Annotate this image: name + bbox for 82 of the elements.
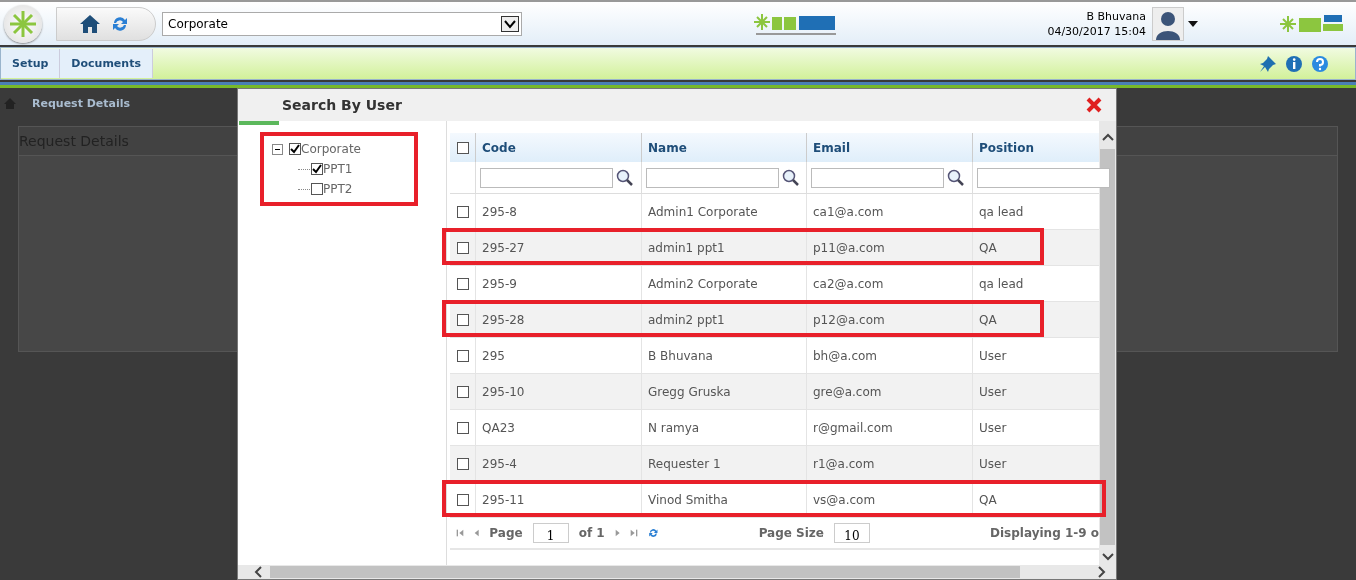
table-cell: r@gmail.com bbox=[806, 410, 972, 445]
checkbox[interactable] bbox=[456, 313, 469, 326]
tree-item[interactable]: Corporate bbox=[301, 142, 361, 156]
checkbox[interactable] bbox=[311, 163, 323, 175]
table-cell: 295-11 bbox=[475, 482, 641, 517]
table-cell: Vinod Smitha bbox=[641, 482, 806, 517]
column-header[interactable]: Code bbox=[475, 133, 641, 162]
table-cell: ca1@a.com bbox=[806, 194, 972, 229]
checkbox[interactable] bbox=[456, 493, 469, 506]
table-cell: 295-9 bbox=[475, 266, 641, 301]
checkbox[interactable] bbox=[456, 421, 469, 434]
checkbox[interactable] bbox=[456, 241, 469, 254]
help-icon[interactable] bbox=[1311, 54, 1329, 73]
table-cell: 295-8 bbox=[475, 194, 641, 229]
filter-field[interactable] bbox=[646, 167, 779, 188]
table-cell: bh@a.com bbox=[806, 338, 972, 373]
page-field[interactable]: 1 bbox=[532, 523, 569, 543]
page-size-label: Page Size bbox=[758, 526, 824, 540]
tree-item[interactable]: PPT1 bbox=[323, 162, 353, 176]
info-icon[interactable] bbox=[1285, 54, 1303, 73]
brand-logo-icon bbox=[1280, 12, 1344, 35]
table-cell: Admin2 Corporate bbox=[641, 266, 806, 301]
checkbox[interactable] bbox=[311, 183, 323, 195]
filter-field[interactable] bbox=[811, 167, 944, 188]
dialog-title: Search By User bbox=[282, 97, 402, 113]
chevron-left-icon[interactable] bbox=[254, 566, 262, 578]
table-cell: 295 bbox=[475, 338, 641, 373]
checkbox[interactable] bbox=[456, 277, 469, 290]
search-icon[interactable] bbox=[947, 168, 965, 187]
table-cell: QA23 bbox=[475, 410, 641, 445]
next-page-icon[interactable] bbox=[614, 527, 620, 539]
tree-item[interactable]: PPT2 bbox=[323, 182, 353, 196]
page-label: Page bbox=[489, 526, 523, 540]
breadcrumb-link[interactable]: Request Details bbox=[32, 96, 131, 110]
table-cell: ca2@a.com bbox=[806, 266, 972, 301]
scrollbar[interactable] bbox=[238, 565, 1116, 579]
user-name: B Bhuvana bbox=[1086, 8, 1146, 24]
filter-field[interactable] bbox=[977, 167, 1110, 188]
scrollbar[interactable] bbox=[1099, 121, 1116, 565]
checkbox[interactable] bbox=[289, 143, 301, 155]
table-cell: vs@a.com bbox=[806, 482, 972, 517]
home-icon[interactable] bbox=[79, 13, 101, 34]
checkbox[interactable] bbox=[456, 349, 469, 362]
menu-tab[interactable]: Documents bbox=[60, 49, 153, 78]
collapse-icon[interactable] bbox=[272, 143, 283, 155]
previous-page-icon[interactable] bbox=[474, 527, 480, 539]
search-icon[interactable] bbox=[782, 168, 800, 187]
date-time: 04/30/2017 15:04 bbox=[1047, 23, 1146, 39]
checkbox[interactable] bbox=[456, 457, 469, 470]
close-icon[interactable] bbox=[1086, 97, 1102, 113]
table-cell: 295-4 bbox=[475, 446, 641, 481]
table-cell: N ramya bbox=[641, 410, 806, 445]
table-cell: gre@a.com bbox=[806, 374, 972, 409]
chevron-down-icon bbox=[501, 15, 519, 32]
first-page-icon[interactable] bbox=[456, 527, 464, 539]
column-header[interactable]: Name bbox=[641, 133, 806, 162]
column-header[interactable]: Email bbox=[806, 133, 972, 162]
checkbox[interactable] bbox=[456, 385, 469, 398]
filter-field[interactable] bbox=[480, 167, 613, 188]
logo-icon bbox=[4, 4, 42, 43]
chevron-down-icon[interactable] bbox=[1101, 553, 1114, 561]
page-count: of 1 bbox=[578, 526, 605, 540]
chevron-right-icon[interactable] bbox=[1098, 566, 1106, 578]
table-cell: 295-10 bbox=[475, 374, 641, 409]
page-size-field[interactable]: 10 bbox=[834, 523, 870, 543]
caret-icon[interactable] bbox=[1188, 20, 1198, 27]
avatar-icon[interactable] bbox=[1152, 6, 1184, 41]
checkbox[interactable] bbox=[456, 141, 469, 154]
display-count: Displaying 1-9 o bbox=[990, 526, 1099, 540]
last-page-icon[interactable] bbox=[629, 527, 638, 539]
site-dropdown[interactable]: Corporate bbox=[162, 11, 522, 36]
table-cell: Requester 1 bbox=[641, 446, 806, 481]
menu-tab[interactable]: Setup bbox=[1, 49, 61, 78]
refresh-icon[interactable] bbox=[111, 14, 129, 33]
checkbox[interactable] bbox=[456, 205, 469, 218]
table-cell: Admin1 Corporate bbox=[641, 194, 806, 229]
table-cell: B Bhuvana bbox=[641, 338, 806, 373]
search-icon[interactable] bbox=[616, 168, 634, 187]
table-cell: r1@a.com bbox=[806, 446, 972, 481]
pin-icon[interactable] bbox=[1259, 54, 1277, 73]
chevron-up-icon[interactable] bbox=[1101, 133, 1114, 141]
table-cell: Gregg Gruska bbox=[641, 374, 806, 409]
